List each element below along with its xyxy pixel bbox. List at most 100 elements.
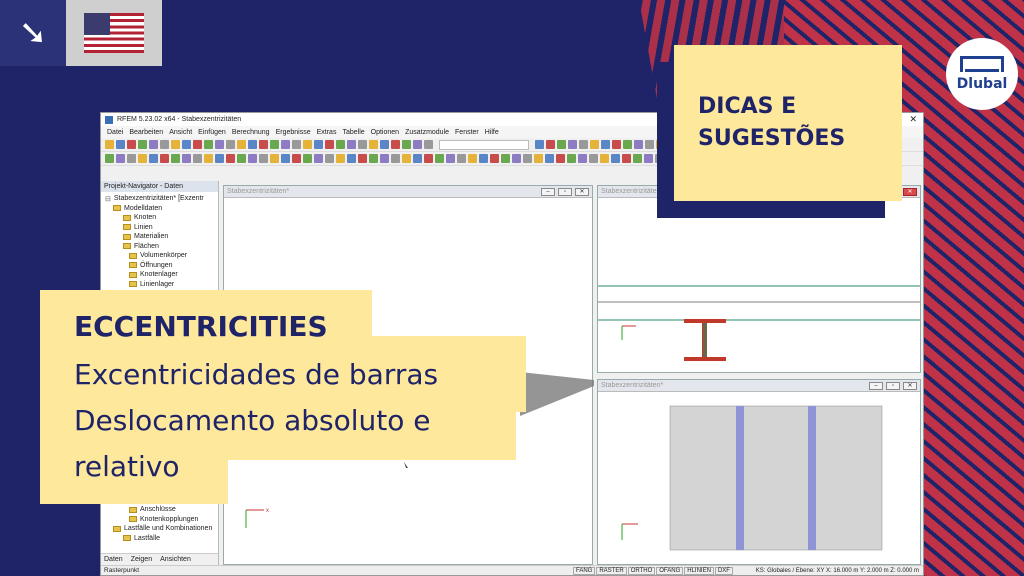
toolbar-button-icon[interactable] — [237, 154, 246, 163]
toolbar-button-icon[interactable] — [325, 140, 334, 149]
toolbar-button-icon[interactable] — [523, 154, 532, 163]
toolbar-button-icon[interactable] — [314, 154, 323, 163]
toolbar-button-icon[interactable] — [171, 154, 180, 163]
toolbar-button-icon[interactable] — [292, 140, 301, 149]
toolbar-button-icon[interactable] — [325, 154, 334, 163]
tab-ansichten[interactable]: Ansichten — [160, 556, 191, 563]
toggle-dxf[interactable]: DXF — [714, 566, 733, 575]
toolbar-button-icon[interactable] — [568, 140, 577, 149]
toolbar-button-icon[interactable] — [105, 154, 114, 163]
toolbar-button-icon[interactable] — [149, 154, 158, 163]
model-canvas-plan[interactable] — [598, 392, 920, 564]
toolbar-button-icon[interactable] — [623, 140, 632, 149]
toolbar-button-icon[interactable] — [226, 140, 235, 149]
toolbar-button-icon[interactable] — [446, 154, 455, 163]
toolbar-button-icon[interactable] — [347, 140, 356, 149]
toolbar-button-icon[interactable] — [579, 140, 588, 149]
toolbar-button-icon[interactable] — [303, 154, 312, 163]
toolbar-button-icon[interactable] — [160, 140, 169, 149]
toolbar-button-icon[interactable] — [116, 154, 125, 163]
minimize-icon[interactable]: – — [541, 187, 555, 196]
toolbar-button-icon[interactable] — [380, 154, 389, 163]
toggle-raster[interactable]: RASTER — [596, 566, 627, 575]
tree-item-anschluesse[interactable]: Anschlüsse — [105, 505, 212, 515]
toolbar-button-icon[interactable] — [369, 154, 378, 163]
toolbar-button-icon[interactable] — [546, 140, 555, 149]
toolbar-button-icon[interactable] — [435, 154, 444, 163]
toolbar-button-icon[interactable] — [512, 154, 521, 163]
menu-item-extras[interactable]: Extras — [317, 129, 337, 136]
toolbar-button-icon[interactable] — [336, 140, 345, 149]
toggle-fang[interactable]: FANG — [573, 566, 596, 575]
toolbar-button-icon[interactable] — [281, 140, 290, 149]
tree-item-linienlager[interactable]: Linienlager — [105, 280, 218, 290]
toolbar-button-icon[interactable] — [391, 140, 400, 149]
toolbar-button-icon[interactable] — [182, 140, 191, 149]
toolbar-button-icon[interactable] — [578, 154, 587, 163]
menu-item-einfuegen[interactable]: Einfügen — [198, 129, 226, 136]
menu-item-hilfe[interactable]: Hilfe — [485, 129, 499, 136]
toolbar-button-icon[interactable] — [149, 140, 158, 149]
toolbar-dropdown[interactable] — [439, 139, 529, 150]
toolbar-button-icon[interactable] — [590, 140, 599, 149]
toolbar-button-icon[interactable] — [589, 154, 598, 163]
toolbar-button-icon[interactable] — [193, 154, 202, 163]
toolbar-button-icon[interactable] — [424, 154, 433, 163]
toolbar-button-icon[interactable] — [634, 140, 643, 149]
toolbar-button-icon[interactable] — [105, 140, 114, 149]
tree-item-knoten[interactable]: Knoten — [105, 213, 218, 223]
tab-zeigen[interactable]: Zeigen — [131, 556, 152, 563]
toolbar-button-icon[interactable] — [270, 154, 279, 163]
toolbar-button-icon[interactable] — [215, 154, 224, 163]
toolbar-button-icon[interactable] — [248, 140, 257, 149]
toolbar-button-icon[interactable] — [182, 154, 191, 163]
tree-item-lastfaelle-kombinationen[interactable]: Lastfälle und Kombinationen — [105, 524, 212, 534]
toolbar-button-icon[interactable] — [171, 140, 180, 149]
toolbar-button-icon[interactable] — [358, 154, 367, 163]
view-window-plan[interactable]: Stabexzentrizitäten* – ▫ ✕ — [597, 379, 921, 565]
tree-item-knotenkopplungen[interactable]: Knotenkopplungen — [105, 515, 212, 525]
toolbar-button-icon[interactable] — [534, 154, 543, 163]
toolbar-button-icon[interactable] — [557, 140, 566, 149]
toolbar-button-icon[interactable] — [215, 140, 224, 149]
toolbar-button-icon[interactable] — [248, 154, 257, 163]
menu-item-ansicht[interactable]: Ansicht — [169, 129, 192, 136]
toolbar-button-icon[interactable] — [336, 154, 345, 163]
tree-item-flaechen[interactable]: Flächen — [105, 242, 218, 252]
toolbar-button-icon[interactable] — [402, 140, 411, 149]
toolbar-button-icon[interactable] — [501, 154, 510, 163]
toolbar-button-icon[interactable] — [292, 154, 301, 163]
toolbar-button-icon[interactable] — [633, 154, 642, 163]
close-icon[interactable]: ✕ — [575, 187, 589, 196]
toolbar-button-icon[interactable] — [645, 140, 654, 149]
toolbar-button-icon[interactable] — [138, 140, 147, 149]
toolbar-button-icon[interactable] — [380, 140, 389, 149]
toolbar-button-icon[interactable] — [535, 140, 544, 149]
toolbar-button-icon[interactable] — [314, 140, 323, 149]
tree-item-modelldaten[interactable]: Modelldaten — [105, 204, 218, 214]
toolbar-button-icon[interactable] — [391, 154, 400, 163]
toolbar-button-icon[interactable] — [644, 154, 653, 163]
toolbar-button-icon[interactable] — [490, 154, 499, 163]
toolbar-button-icon[interactable] — [402, 154, 411, 163]
toolbar-button-icon[interactable] — [138, 154, 147, 163]
tree-item-volumenkoerper[interactable]: Volumenkörper — [105, 251, 218, 261]
menu-item-zusatzmodule[interactable]: Zusatzmodule — [405, 129, 449, 136]
toolbar-button-icon[interactable] — [193, 140, 202, 149]
toolbar-button-icon[interactable] — [601, 140, 610, 149]
toolbar-button-icon[interactable] — [270, 140, 279, 149]
tree-item-lastfaelle[interactable]: Lastfälle — [105, 534, 212, 544]
menu-item-tabelle[interactable]: Tabelle — [342, 129, 364, 136]
toolbar-button-icon[interactable] — [413, 140, 422, 149]
toolbar-button-icon[interactable] — [281, 154, 290, 163]
toolbar-button-icon[interactable] — [259, 154, 268, 163]
toolbar-button-icon[interactable] — [358, 140, 367, 149]
tree-item-materialien[interactable]: Materialien — [105, 232, 218, 242]
menu-item-berechnung[interactable]: Berechnung — [232, 129, 270, 136]
tree-item-knotenlager[interactable]: Knotenlager — [105, 270, 218, 280]
tree-root[interactable]: ⊟ Stabexzentrizitäten* [Exzentr — [105, 194, 218, 204]
toolbar-button-icon[interactable] — [556, 154, 565, 163]
toolbar-button-icon[interactable] — [127, 154, 136, 163]
toolbar-button-icon[interactable] — [622, 154, 631, 163]
toolbar-button-icon[interactable] — [204, 154, 213, 163]
